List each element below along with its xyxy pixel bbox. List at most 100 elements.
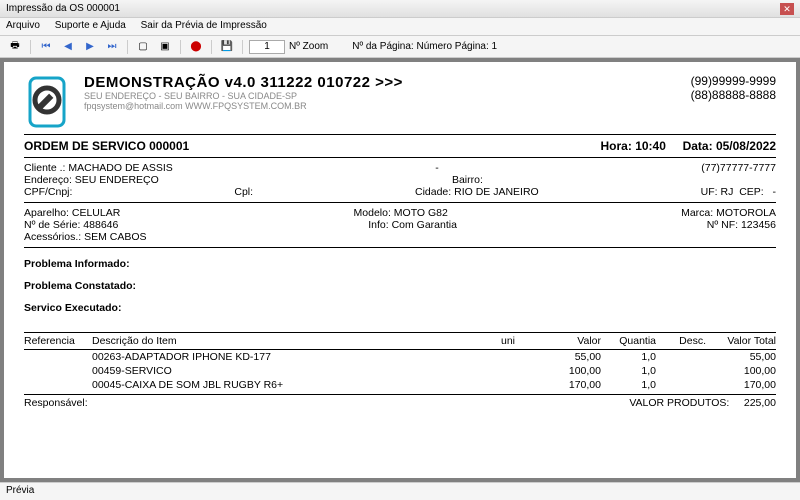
company-name: DEMONSTRAÇÃO v4.0 311222 010722 >>> [84,74,677,91]
status-text: Prévia [6,485,34,496]
item-val: 55,00 [541,351,601,363]
aparelho-label: Aparelho: [24,207,69,219]
cep-value: - [772,186,776,198]
col-uni: uni [501,335,541,347]
responsavel-label: Responsável: [24,397,88,409]
uf-value: RJ [721,186,734,198]
item-row: 00459-SERVICO 100,00 1,0 100,00 [24,364,776,378]
separator [180,40,181,54]
document-page: DEMONSTRAÇÃO v4.0 311222 010722 >>> SEU … [4,62,796,478]
cpl-label: Cpl: [234,186,253,198]
item-qty: 1,0 [601,379,656,391]
marca-value: MOTOROLA [716,207,776,219]
window-close-button[interactable]: ✕ [780,3,794,15]
cidade-value: RIO DE JANEIRO [454,186,539,198]
col-referencia: Referencia [24,335,92,347]
col-valor: Valor [541,335,601,347]
endereco-value: SEU ENDEREÇO [75,174,159,186]
col-total: Valor Total [706,335,776,347]
info-label: Info: [368,219,388,231]
order-title: ORDEM DE SERVICO 000001 [24,139,189,153]
next-page-button[interactable]: ▶ [81,39,99,55]
view-100-button[interactable]: ▣ [156,39,174,55]
item-ref [24,379,92,391]
uf-label: UF: [701,186,718,198]
nf-value: 123456 [741,219,776,231]
item-desc: 00263-ADAPTADOR IPHONE KD-177 [92,351,501,363]
item-tot: 55,00 [706,351,776,363]
total-label: VALOR PRODUTOS: [629,397,729,409]
company-logo-icon [24,74,70,130]
company-phone1: (99)99999-9999 [691,74,776,88]
cep-label: CEP: [739,186,764,198]
divider [24,157,776,158]
problema-informado-label: Problema Informado: [24,258,776,270]
col-quantia: Quantia [601,335,656,347]
menu-sair[interactable]: Sair da Prévia de Impressão [141,20,267,31]
item-desc: 00459-SERVICO [92,365,501,377]
save-button[interactable]: 💾 [218,39,236,55]
company-phone2: (88)88888-8888 [691,88,776,102]
items-header: Referencia Descrição do Item uni Valor Q… [24,332,776,350]
modelo-value: MOTO G82 [394,207,448,219]
menubar: Arquivo Suporte e Ajuda Sair da Prévia d… [0,18,800,36]
item-val: 100,00 [541,365,601,377]
col-descricao: Descrição do Item [92,335,501,347]
company-address: SEU ENDEREÇO - SEU BAIRRO - SUA CIDADE-S… [84,91,677,101]
separator [242,40,243,54]
window-title: Impressão da OS 000001 [6,3,120,14]
total-value: 225,00 [744,397,776,409]
separator [30,40,31,54]
serie-label: Nº de Série: [24,219,80,231]
statusbar: Prévia [0,482,800,500]
preview-workspace: DEMONSTRAÇÃO v4.0 311222 010722 >>> SEU … [0,58,800,482]
zoom-label: Nº Zoom [289,41,328,52]
item-ref [24,365,92,377]
col-desc: Desc. [656,335,706,347]
zoom-input[interactable]: 1 [249,40,285,54]
company-contact: fpqsystem@hotmail.com WWW.FPQSYSTEM.COM.… [84,101,677,111]
prev-page-button[interactable]: ◀ [59,39,77,55]
data-label: Data: [683,139,713,153]
toolbar: 🖶 ⏮ ◀ ▶ ⏭ ▢ ▣ ⬤ 💾 1 Nº Zoom Nº da Página… [0,36,800,58]
cliente-dash: - [435,162,439,174]
divider [24,247,776,248]
problema-constatado-label: Problema Constatado: [24,280,776,292]
hora-value: 10:40 [635,139,666,153]
cliente-nome: MACHADO DE ASSIS [68,162,172,174]
marca-label: Marca: [681,207,713,219]
last-page-button[interactable]: ⏭ [103,39,121,55]
cpf-label: CPF/Cnpj: [24,186,72,198]
item-row: 00263-ADAPTADOR IPHONE KD-177 55,00 1,0 … [24,350,776,364]
menu-arquivo[interactable]: Arquivo [6,20,40,31]
page-label: Nº da Página: Número Página: 1 [352,41,497,52]
separator [211,40,212,54]
item-val: 170,00 [541,379,601,391]
item-tot: 170,00 [706,379,776,391]
cidade-label: Cidade: [415,186,451,198]
print-button[interactable]: 🖶 [6,39,24,55]
stop-button[interactable]: ⬤ [187,39,205,55]
menu-suporte[interactable]: Suporte e Ajuda [55,20,126,31]
servico-executado-label: Servico Executado: [24,302,776,314]
hora-label: Hora: [601,139,632,153]
endereco-label: Endereço: [24,174,72,186]
acess-label: Acessórios.: [24,231,81,243]
divider [24,134,776,135]
info-value: Com Garantia [392,219,457,231]
aparelho-value: CELULAR [72,207,120,219]
cliente-fone: (77)77777-7777 [701,162,776,174]
item-qty: 1,0 [601,365,656,377]
item-ref [24,351,92,363]
cliente-label: Cliente .: [24,162,65,174]
acess-value: SEM CABOS [84,231,146,243]
view-fit-button[interactable]: ▢ [134,39,152,55]
nf-label: Nº NF: [707,219,738,231]
data-value: 05/08/2022 [716,139,776,153]
item-desc: 00045-CAIXA DE SOM JBL RUGBY R6+ [92,379,501,391]
modelo-label: Modelo: [354,207,391,219]
bairro-label: Bairro: [452,174,483,186]
first-page-button[interactable]: ⏮ [37,39,55,55]
divider [24,202,776,203]
serie-value: 488646 [83,219,118,231]
